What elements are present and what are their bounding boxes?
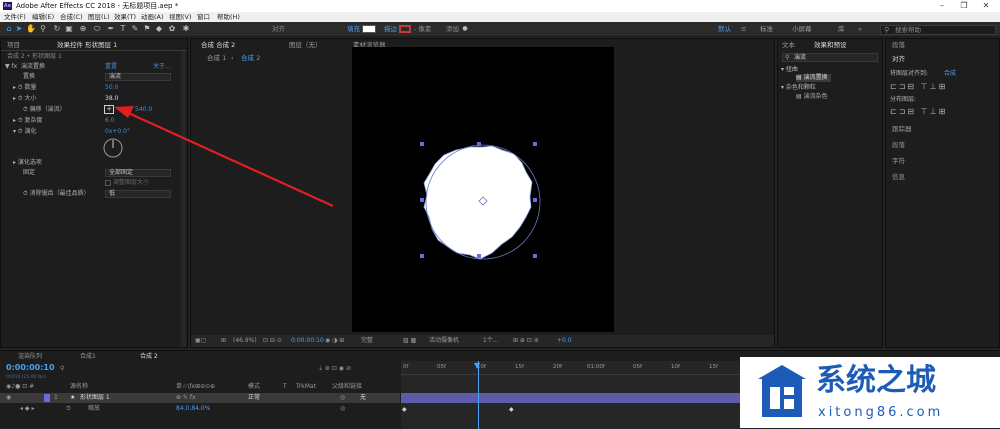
watermark-url: xitong86.com: [818, 405, 944, 420]
brand-mark-icon: [758, 365, 806, 417]
watermark-brand: 系统之城: [816, 363, 936, 398]
watermark-logo: 系统之城 xitong86.com: [740, 357, 1000, 428]
